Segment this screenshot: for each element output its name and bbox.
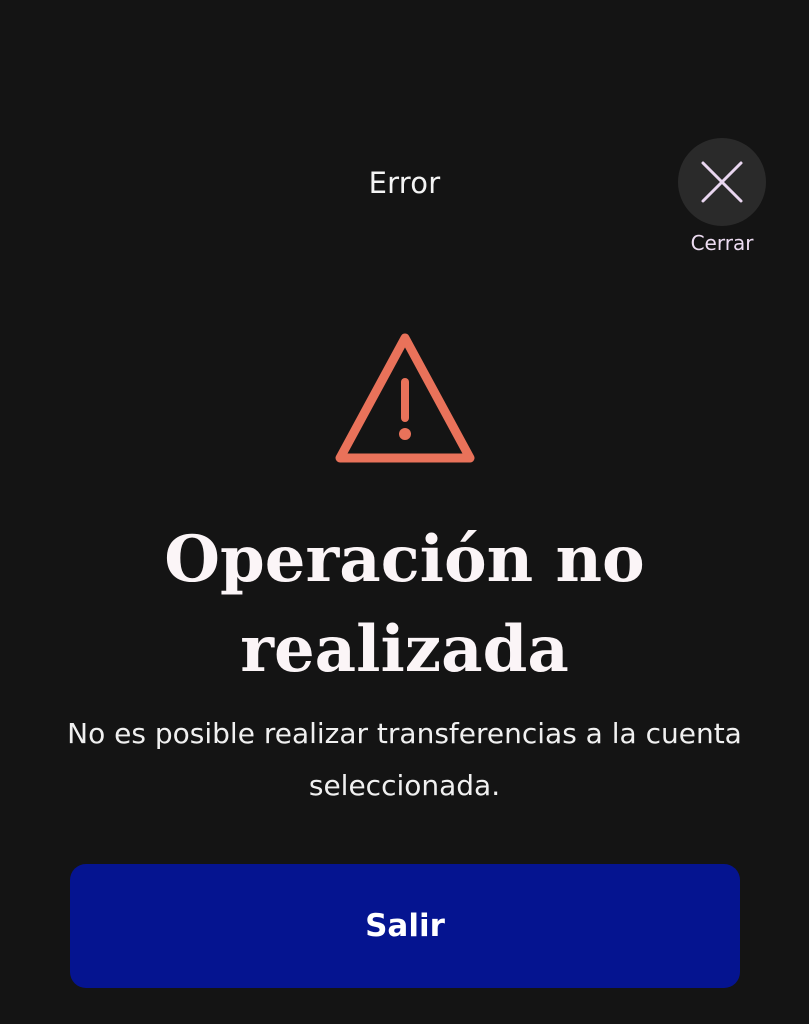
close-control[interactable]: Cerrar bbox=[678, 138, 766, 255]
exit-button[interactable]: Salir bbox=[70, 864, 740, 988]
close-icon bbox=[701, 161, 743, 203]
error-message: No es posible realizar transferencias a … bbox=[67, 717, 742, 802]
close-button[interactable] bbox=[678, 138, 766, 226]
error-headline: Operación no realizada bbox=[164, 522, 645, 687]
error-screen: Error Cerrar Operación no realizada No e… bbox=[0, 0, 809, 1024]
warning-triangle-icon bbox=[335, 333, 475, 463]
close-label: Cerrar bbox=[690, 231, 754, 255]
